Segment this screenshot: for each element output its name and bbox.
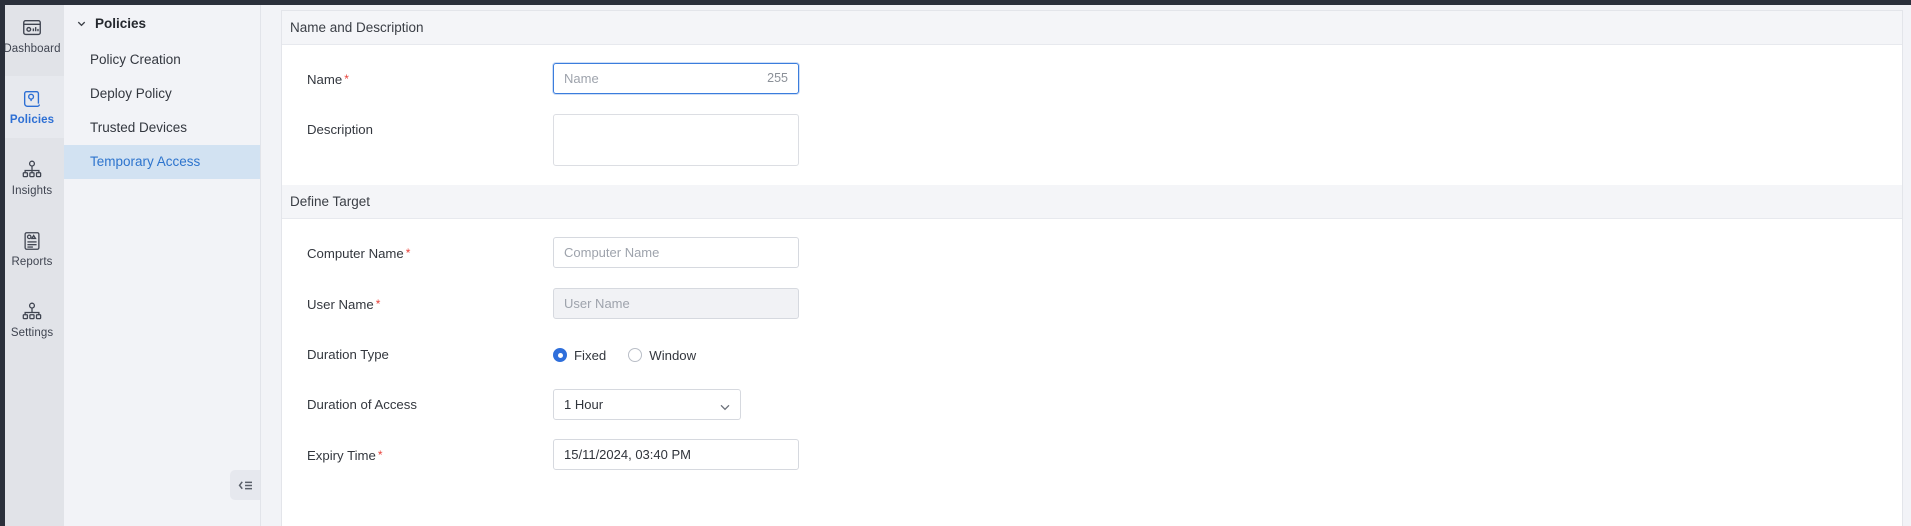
rail-spacer <box>0 209 64 218</box>
duration-of-access-value: 1 Hour <box>564 397 603 412</box>
form-row-computer-name: Computer Name* <box>282 237 1902 270</box>
settings-icon <box>21 301 43 323</box>
left-chrome-edge <box>0 0 5 526</box>
primary-nav-rail: Dashboard Policies <box>0 0 64 526</box>
secondary-nav-panel: Policies Policy Creation Deploy Policy T… <box>64 0 261 526</box>
form-row-description: Description <box>282 114 1902 171</box>
main-content: Name and Description Name* 255 Descripti… <box>261 0 1911 526</box>
required-asterisk: * <box>406 246 411 260</box>
rail-item-settings[interactable]: Settings <box>0 289 64 351</box>
rail-spacer <box>0 138 64 147</box>
section-body-name-and-description: Name* 255 Description <box>282 45 1902 185</box>
field-expiry-time <box>553 439 799 470</box>
form-row-duration-of-access: Duration of Access 1 Hour <box>282 389 1902 421</box>
computer-name-input[interactable] <box>553 237 799 268</box>
subnav-item-policy-creation[interactable]: Policy Creation <box>64 43 260 77</box>
insights-icon <box>21 159 43 181</box>
label-description: Description <box>282 114 553 146</box>
duration-type-radio-group: Fixed Window <box>553 339 696 371</box>
expiry-time-input[interactable] <box>553 439 799 470</box>
radio-unselected-icon <box>628 348 642 362</box>
field-duration-of-access: 1 Hour <box>553 389 741 420</box>
section-body-define-target: Computer Name* User Name* Duration Ty <box>282 219 1902 486</box>
form-card: Name and Description Name* 255 Descripti… <box>281 10 1903 526</box>
required-asterisk: * <box>378 448 383 462</box>
rail-item-reports[interactable]: Reports <box>0 218 64 280</box>
duration-of-access-select[interactable]: 1 Hour <box>553 389 741 420</box>
field-computer-name <box>553 237 799 268</box>
radio-label-fixed: Fixed <box>574 348 606 363</box>
rail-item-dashboard[interactable]: Dashboard <box>0 5 64 67</box>
radio-selected-icon <box>553 348 567 362</box>
radio-label-window: Window <box>649 348 696 363</box>
radio-duration-type-fixed[interactable]: Fixed <box>553 348 606 363</box>
reports-icon <box>21 230 43 252</box>
section-heading-define-target: Define Target <box>282 185 1902 219</box>
required-asterisk: * <box>376 297 381 311</box>
rail-label-settings: Settings <box>11 327 53 339</box>
dashboard-icon <box>21 17 43 39</box>
required-asterisk: * <box>344 72 349 86</box>
rail-spacer <box>0 280 64 289</box>
form-row-duration-type: Duration Type Fixed Window <box>282 339 1902 371</box>
label-user-name: User Name* <box>282 288 553 321</box>
top-chrome-bar <box>0 0 1911 5</box>
collapse-panel-icon <box>237 479 254 492</box>
radio-duration-type-window[interactable]: Window <box>628 348 696 363</box>
duration-of-access-select-wrap: 1 Hour <box>553 389 741 420</box>
name-input[interactable] <box>553 63 799 94</box>
field-user-name <box>553 288 799 319</box>
rail-item-insights[interactable]: Insights <box>0 147 64 209</box>
rail-item-policies[interactable]: Policies <box>0 76 64 138</box>
label-name-text: Name <box>307 72 342 87</box>
collapse-panel-button[interactable] <box>230 470 260 500</box>
rail-spacer <box>0 67 64 76</box>
field-duration-type: Fixed Window <box>553 339 696 371</box>
subnav-list: Policy Creation Deploy Policy Trusted De… <box>64 41 260 179</box>
field-name: 255 <box>553 63 799 94</box>
subnav-item-trusted-devices[interactable]: Trusted Devices <box>64 111 260 145</box>
description-textarea[interactable] <box>553 114 799 166</box>
rail-label-dashboard: Dashboard <box>3 43 60 55</box>
subnav-group-title: Policies <box>95 16 146 31</box>
label-computer-name-text: Computer Name <box>307 246 404 261</box>
subnav-item-deploy-policy[interactable]: Deploy Policy <box>64 77 260 111</box>
chevron-down-icon <box>76 18 87 29</box>
subnav-group-policies[interactable]: Policies <box>64 0 260 41</box>
label-expiry-time: Expiry Time* <box>282 439 553 472</box>
rail-label-insights: Insights <box>12 185 52 197</box>
label-duration-of-access: Duration of Access <box>282 389 553 421</box>
form-row-name: Name* 255 <box>282 63 1902 96</box>
rail-label-reports: Reports <box>12 256 53 268</box>
label-expiry-time-text: Expiry Time <box>307 448 376 463</box>
label-duration-type: Duration Type <box>282 339 553 371</box>
field-description <box>553 114 799 171</box>
form-row-expiry-time: Expiry Time* <box>282 439 1902 472</box>
label-computer-name: Computer Name* <box>282 237 553 270</box>
subnav-item-temporary-access[interactable]: Temporary Access <box>64 145 260 179</box>
label-name: Name* <box>282 63 553 96</box>
label-user-name-text: User Name <box>307 297 374 312</box>
app-root: Dashboard Policies <box>0 0 1911 526</box>
policy-scroll-icon <box>21 88 43 110</box>
form-row-user-name: User Name* <box>282 288 1902 321</box>
rail-label-policies: Policies <box>10 114 54 126</box>
section-heading-name-and-description: Name and Description <box>282 11 1902 45</box>
user-name-input[interactable] <box>553 288 799 319</box>
